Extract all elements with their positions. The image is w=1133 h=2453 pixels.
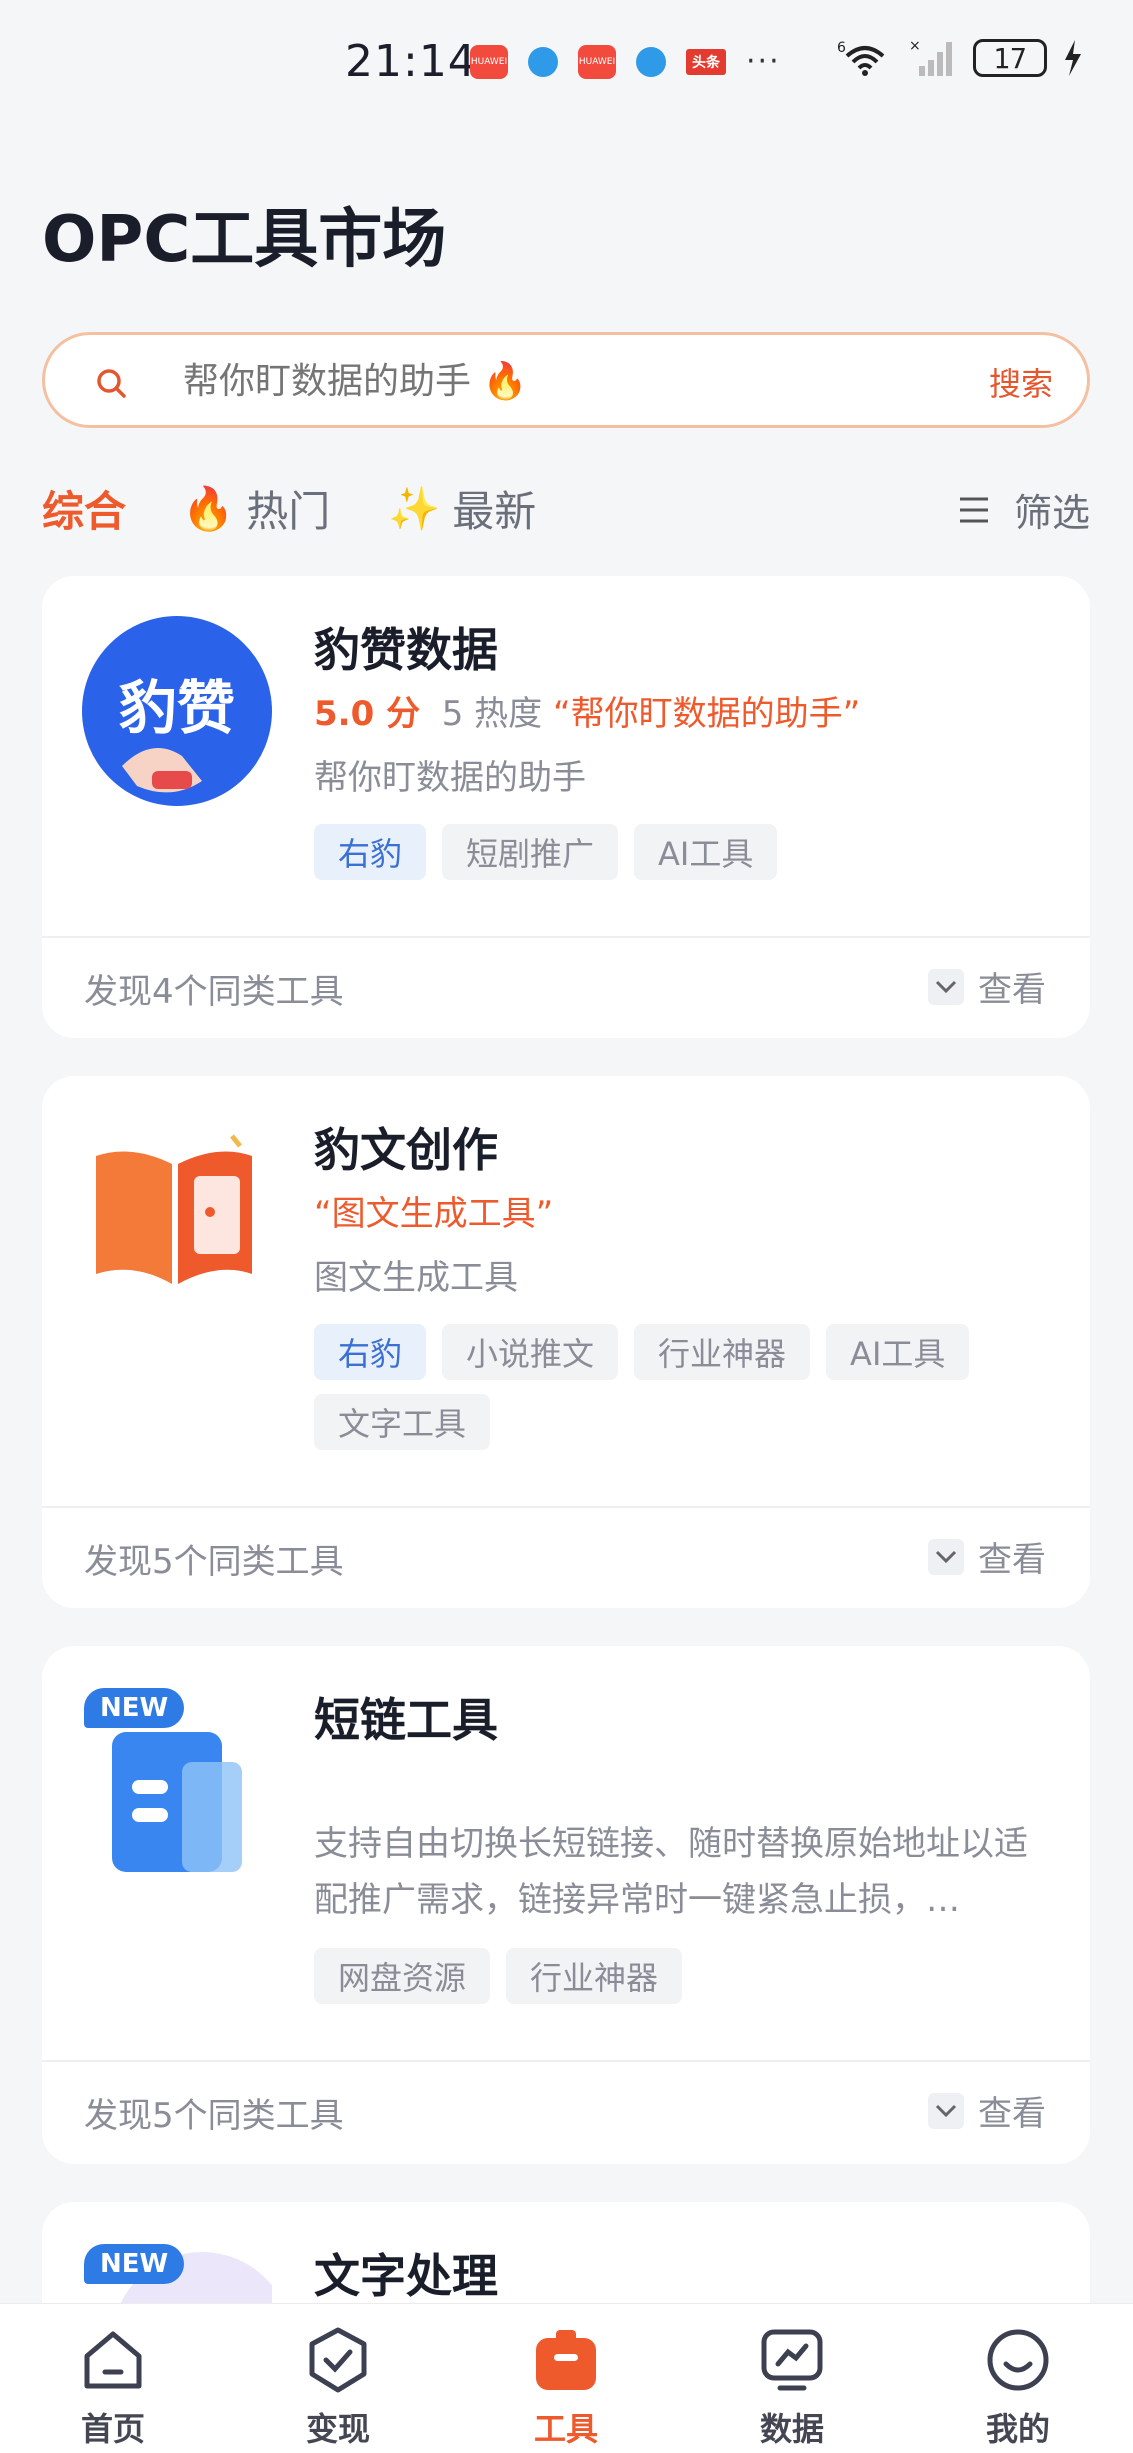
baozan-logo: 豹赞 (82, 616, 272, 806)
tool-title: 豹赞数据 (314, 623, 498, 677)
browser-icon (528, 46, 558, 77)
similar-tools-text: 发现4个同类工具 (84, 972, 344, 1012)
nav-home[interactable]: 首页 (43, 2324, 183, 2450)
divider (42, 936, 1090, 938)
svg-text:6: 6 (837, 40, 846, 56)
search-input[interactable] (183, 357, 903, 405)
toutiao-icon: 头条 (686, 48, 726, 75)
chart-monitor-icon (761, 2329, 823, 2391)
tool-title: 文字处理 (314, 2249, 498, 2303)
nav-label: 变现 (305, 2410, 370, 2448)
status-right: 6 × 17 (837, 38, 1083, 78)
filter-label: 筛选 (1013, 491, 1090, 535)
nav-monetize[interactable]: 变现 (268, 2324, 408, 2450)
filter-button[interactable]: 筛选 (958, 482, 1090, 537)
tab-label: 最新 (452, 487, 537, 536)
tag[interactable]: 网盘资源 (314, 1948, 491, 2004)
chevron-down-icon (928, 1538, 964, 1575)
tool-quote: “图文生成工具” (314, 1194, 554, 1234)
tag[interactable]: AI工具 (826, 1324, 970, 1380)
svg-text:豹赞: 豹赞 (119, 674, 235, 742)
tab-label: 综合 (42, 487, 127, 536)
browser-icon (636, 46, 666, 77)
view-label: 查看 (978, 2094, 1046, 2134)
search-bar[interactable]: 搜索 (42, 332, 1090, 428)
charging-icon (1065, 40, 1081, 76)
similar-tools-text: 发现5个同类工具 (84, 1542, 344, 1582)
wifi-icon: 6 (837, 40, 885, 76)
tab-comprehensive[interactable]: 综合 (42, 478, 126, 539)
tool-quote: “帮你盯数据的助手” (552, 694, 861, 734)
new-badge: NEW (84, 1688, 185, 1728)
tag[interactable]: 行业神器 (506, 1948, 683, 2004)
tag[interactable]: 短剧推广 (442, 824, 619, 880)
book-logo (96, 1134, 252, 1284)
tag[interactable]: 行业神器 (634, 1324, 811, 1380)
svg-text:×: × (909, 38, 921, 54)
battery-indicator: 17 (973, 39, 1047, 77)
nav-label: 工具 (533, 2410, 598, 2448)
check-shield-icon (309, 2327, 367, 2393)
toolbox-icon (536, 2330, 596, 2390)
list-filter-icon (959, 497, 988, 522)
more-notifications-icon: ··· (746, 44, 781, 79)
view-label: 查看 (978, 970, 1046, 1010)
tag[interactable]: AI工具 (634, 824, 778, 880)
tool-card[interactable]: 豹赞 豹赞数据 5.0 分 5 热度 “帮你盯数据的助手” 帮你盯数据的助手 右… (42, 576, 1090, 1038)
tool-description: 图文生成工具 (314, 1258, 518, 1298)
tab-latest[interactable]: ✨ 最新 (388, 478, 536, 539)
tool-description: 帮你盯数据的助手 (314, 758, 586, 798)
status-time: 21:14 (345, 36, 477, 87)
view-similar-button[interactable]: 查看 (928, 1532, 1046, 1581)
signal-icon: × (909, 38, 952, 76)
bottom-nav: 首页 变现 工具 数据 我的 (0, 2303, 1133, 2453)
chevron-down-icon (928, 968, 964, 1005)
notification-icons: HUAWEI HUAWEI 头条 ··· (470, 44, 781, 79)
tool-meta: 5.0 分 5 热度 “帮你盯数据的助手” (314, 686, 860, 735)
view-similar-button[interactable]: 查看 (928, 962, 1046, 1011)
rating-score: 5.0 分 (314, 694, 421, 734)
tag-list: 右豹 小说推文 行业神器 AI工具 文字工具 (314, 1324, 1054, 1450)
tool-description: 支持自由切换长短链接、随时替换原始地址以适配推广需求，链接异常时一键紧急止损，… (314, 1824, 1028, 1920)
divider (42, 1506, 1090, 1508)
page-title: OPC工具市场 (42, 203, 447, 277)
similar-tools-text: 发现5个同类工具 (84, 2096, 344, 2136)
tag[interactable]: 右豹 (314, 1324, 427, 1380)
tag[interactable]: 小说推文 (442, 1324, 619, 1380)
nav-label: 数据 (759, 2410, 824, 2448)
huawei-app-icon: HUAWEI (578, 44, 616, 79)
huawei-app-icon: HUAWEI (470, 44, 508, 79)
filter-tabs: 综合 🔥 热门 ✨ 最新 筛选 (42, 478, 1090, 542)
tab-label: 热门 (246, 487, 331, 536)
tool-card[interactable]: NEW 短链工具 支持自由切换长短链接、随时替换原始地址以适配推广需求，链接异常… (42, 1646, 1090, 2164)
tag-list: 右豹 短剧推广 AI工具 (314, 824, 1054, 880)
nav-label: 首页 (80, 2410, 145, 2448)
tool-meta: “图文生成工具” (314, 1186, 553, 1235)
tool-title: 豹文创作 (314, 1123, 498, 1177)
view-similar-button[interactable]: 查看 (928, 2086, 1046, 2135)
nav-tools[interactable]: 工具 (496, 2324, 636, 2450)
tag-list: 网盘资源 行业神器 (314, 1948, 1054, 2004)
tag[interactable]: 右豹 (314, 824, 427, 880)
tab-hot[interactable]: 🔥 热门 (182, 478, 330, 539)
chevron-down-icon (928, 2092, 964, 2129)
nav-label: 我的 (985, 2410, 1050, 2448)
view-label: 查看 (978, 1540, 1046, 1580)
search-button[interactable]: 搜索 (989, 359, 1053, 405)
search-icon (97, 369, 126, 398)
tool-card[interactable]: 豹文创作 “图文生成工具” 图文生成工具 右豹 小说推文 行业神器 AI工具 文… (42, 1076, 1090, 1608)
new-badge: NEW (84, 2244, 185, 2284)
fire-icon: 🔥 (182, 483, 235, 533)
divider (42, 2060, 1090, 2062)
sparkles-icon: ✨ (388, 483, 441, 533)
nav-data[interactable]: 数据 (722, 2324, 862, 2450)
smile-icon (987, 2329, 1049, 2391)
heat-count: 5 热度 (441, 694, 543, 734)
status-bar: 21:14 HUAWEI HUAWEI 头条 ··· 6 × 17 (0, 0, 1133, 120)
tag[interactable]: 文字工具 (314, 1394, 491, 1450)
tool-title: 短链工具 (314, 1693, 498, 1747)
home-icon (84, 2331, 142, 2389)
nav-profile[interactable]: 我的 (948, 2324, 1088, 2450)
